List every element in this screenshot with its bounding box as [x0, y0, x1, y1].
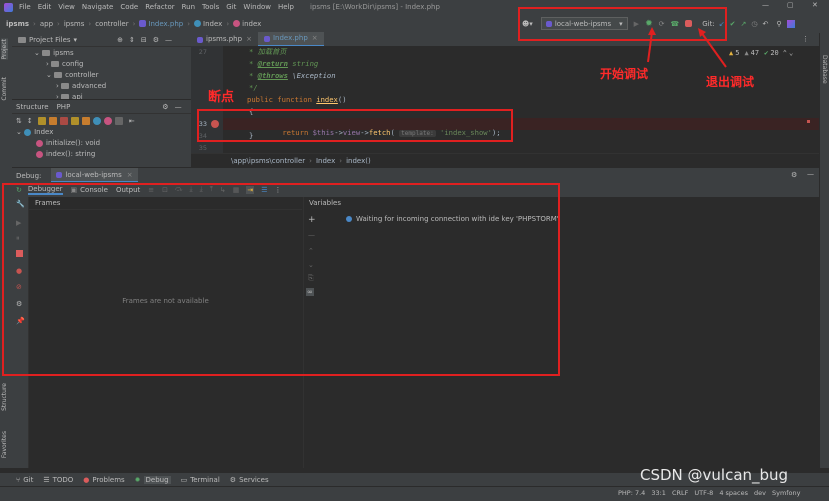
annotation-arrows	[647, 27, 727, 68]
arrow-head-start-debug	[648, 27, 656, 35]
annotation-start-debug-label: 开始调试	[600, 67, 649, 81]
arrow-stop-debug	[700, 31, 727, 68]
arrow-start-debug	[647, 31, 653, 63]
annotation-breakpoint-label: 断点	[208, 90, 235, 105]
annotation-stop-debug-label: 退出调试	[706, 75, 755, 89]
watermark: CSDN @vulcan_bug	[640, 466, 789, 484]
